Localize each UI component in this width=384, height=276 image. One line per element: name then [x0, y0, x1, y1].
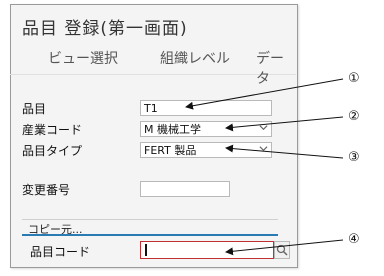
- callout-arrow-2: [225, 116, 344, 132]
- callout-arrow-4: [225, 239, 344, 256]
- callout-label-2: ②: [348, 109, 360, 124]
- callout-label-4: ④: [348, 232, 360, 247]
- callout-label-1: ①: [348, 71, 360, 86]
- callout-arrows: [185, 78, 344, 256]
- callout-label-3: ③: [348, 150, 360, 165]
- callout-arrow-3: [225, 144, 344, 159]
- callout-arrow-1: [185, 78, 344, 110]
